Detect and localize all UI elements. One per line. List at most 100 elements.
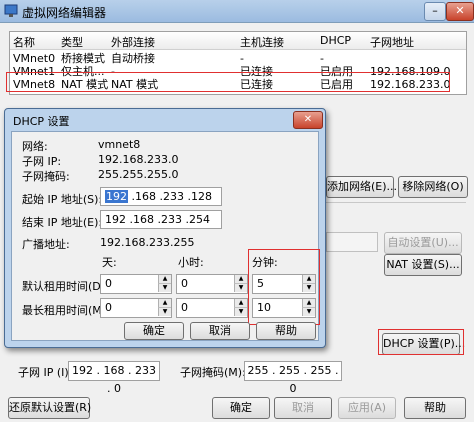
- column-header-name[interactable]: 名称: [13, 34, 35, 50]
- column-header-dhcp[interactable]: DHCP: [320, 34, 351, 47]
- table-row-selected[interactable]: VMnet8 NAT 模式 NAT 模式 已连接 已启用 192.168.233…: [10, 78, 466, 91]
- start-ip-label: 起始 IP 地址(S):: [22, 193, 103, 206]
- subnet-mask-label: 子网掩码:: [22, 170, 70, 183]
- cell-type: 桥接模式: [61, 52, 105, 65]
- hours-header: 小时:: [178, 256, 204, 269]
- network-editor-icon: [4, 4, 18, 17]
- ok-button[interactable]: 确定: [212, 397, 270, 419]
- bridge-target-select[interactable]: [326, 232, 378, 252]
- nat-settings-button[interactable]: NAT 设置(S)...: [384, 254, 462, 276]
- spinner-down-icon[interactable]: ▼: [302, 308, 315, 316]
- cell-host: -: [240, 52, 244, 65]
- broadcast-label: 广播地址:: [22, 238, 70, 251]
- divider: [326, 202, 466, 203]
- subnet-mask-value: 255.255.255.0: [98, 168, 179, 181]
- table-row[interactable]: VMnet0 桥接模式 自动桥接 - -: [10, 52, 466, 65]
- spinner-down-icon[interactable]: ▼: [234, 308, 247, 316]
- spinner-value: 10: [257, 301, 271, 314]
- column-header-type[interactable]: 类型: [61, 34, 83, 50]
- cancel-button[interactable]: 取消: [274, 397, 332, 419]
- cell-external: 自动桥接: [111, 52, 155, 65]
- start-ip-field[interactable]: 192 .168 .233 .128: [100, 187, 222, 206]
- dhcp-settings-button[interactable]: DHCP 设置(P)...: [382, 333, 465, 355]
- spinner-up-icon[interactable]: ▲: [234, 275, 247, 284]
- cell-dhcp: 已启用: [320, 65, 353, 78]
- spinner-up-icon[interactable]: ▲: [158, 275, 171, 284]
- end-ip-field[interactable]: 192 .168 .233 .254: [100, 210, 222, 229]
- max-lease-label: 最长租用时间(M):: [22, 304, 110, 317]
- dhcp-dialog-titlebar[interactable]: DHCP 设置 ✕: [5, 109, 325, 129]
- default-lease-label: 默认租用时间(D):: [22, 280, 109, 293]
- cell-host: 已连接: [240, 78, 273, 91]
- table-row[interactable]: VMnet1 仅主机... - 已连接 已启用 192.168.109.0: [10, 65, 466, 78]
- spinner-value: 0: [105, 301, 112, 314]
- max-lease-days-spinner[interactable]: 0 ▲ ▼: [100, 298, 172, 318]
- cell-dhcp: -: [320, 52, 324, 65]
- column-header-external[interactable]: 外部连接: [111, 34, 155, 50]
- subnet-ip-label: 子网 IP (I):: [18, 366, 73, 379]
- cell-type: NAT 模式: [61, 78, 109, 91]
- column-header-host[interactable]: 主机连接: [240, 34, 284, 50]
- dialog-title: DHCP 设置: [13, 115, 70, 128]
- spinner-down-icon[interactable]: ▼: [302, 284, 315, 292]
- subnet-mask-field[interactable]: 255 . 255 . 255 . 0: [244, 361, 342, 395]
- table-header: 名称 类型 外部连接 主机连接 DHCP 子网地址: [10, 32, 466, 50]
- remove-network-button[interactable]: 移除网络(O): [398, 176, 468, 198]
- broadcast-value: 192.168.233.255: [100, 236, 195, 249]
- subnet-ip-value: 192.168.233.0: [98, 153, 179, 166]
- window-title: 虚拟网络编辑器: [22, 6, 107, 20]
- subnet-ip-label: 子网 IP:: [22, 155, 62, 168]
- cell-name: VMnet1: [13, 65, 56, 78]
- auto-settings-button[interactable]: 自动设置(U)...: [384, 232, 462, 254]
- network-label: 网络:: [22, 140, 48, 153]
- end-ip-label: 结束 IP 地址(E):: [22, 216, 103, 229]
- spinner-down-icon[interactable]: ▼: [234, 284, 247, 292]
- spinner-value: 0: [181, 277, 188, 290]
- cell-dhcp: 已启用: [320, 78, 353, 91]
- spinner-value: 5: [257, 277, 264, 290]
- cell-subnet: 192.168.233.0: [370, 78, 451, 91]
- cell-subnet: 192.168.109.0: [370, 65, 451, 78]
- network-value: vmnet8: [98, 138, 141, 151]
- dialog-close-button[interactable]: ✕: [293, 111, 323, 129]
- subnet-mask-label: 子网掩码(M):: [180, 366, 246, 379]
- cell-name: VMnet0: [13, 52, 56, 65]
- spinner-up-icon[interactable]: ▲: [158, 299, 171, 308]
- cell-external: NAT 模式: [111, 78, 159, 91]
- spinner-up-icon[interactable]: ▲: [302, 299, 315, 308]
- cell-type: 仅主机...: [61, 65, 105, 78]
- cell-host: 已连接: [240, 65, 273, 78]
- default-lease-minutes-spinner[interactable]: 5 ▲ ▼: [252, 274, 316, 294]
- spinner-down-icon[interactable]: ▼: [158, 308, 171, 316]
- days-header: 天:: [102, 256, 117, 269]
- help-button[interactable]: 帮助: [404, 397, 466, 419]
- dhcp-dialog-body: 网络: vmnet8 子网 IP: 192.168.233.0 子网掩码: 25…: [11, 131, 320, 341]
- network-table: 名称 类型 外部连接 主机连接 DHCP 子网地址 VMnet0 桥接模式 自动…: [9, 31, 467, 95]
- spinner-value: 0: [105, 277, 112, 290]
- start-ip-selected-octet: 192: [105, 190, 128, 203]
- dialog-cancel-button[interactable]: 取消: [190, 322, 250, 340]
- close-button[interactable]: ✕: [446, 2, 474, 21]
- spinner-down-icon[interactable]: ▼: [158, 284, 171, 292]
- main-titlebar[interactable]: 虚拟网络编辑器 – ✕: [0, 0, 474, 23]
- subnet-ip-field[interactable]: 192 . 168 . 233 . 0: [68, 361, 160, 395]
- minimize-button[interactable]: –: [424, 2, 446, 21]
- spinner-up-icon[interactable]: ▲: [302, 275, 315, 284]
- cell-external: -: [111, 65, 115, 78]
- dhcp-settings-dialog: DHCP 设置 ✕ 网络: vmnet8 子网 IP: 192.168.233.…: [4, 108, 326, 348]
- minutes-header: 分钟:: [252, 256, 278, 269]
- max-lease-minutes-spinner[interactable]: 10 ▲ ▼: [252, 298, 316, 318]
- default-lease-days-spinner[interactable]: 0 ▲ ▼: [100, 274, 172, 294]
- spinner-value: 0: [181, 301, 188, 314]
- add-network-button[interactable]: 添加网络(E)...: [326, 176, 397, 198]
- dialog-ok-button[interactable]: 确定: [124, 322, 184, 340]
- restore-defaults-button[interactable]: 还原默认设置(R): [8, 397, 91, 419]
- column-header-subnet[interactable]: 子网地址: [370, 34, 414, 50]
- dialog-help-button[interactable]: 帮助: [256, 322, 316, 340]
- cell-name: VMnet8: [13, 78, 56, 91]
- apply-button[interactable]: 应用(A): [338, 397, 396, 419]
- start-ip-remaining: .168 .233 .128: [128, 190, 212, 203]
- default-lease-hours-spinner[interactable]: 0 ▲ ▼: [176, 274, 248, 294]
- max-lease-hours-spinner[interactable]: 0 ▲ ▼: [176, 298, 248, 318]
- spinner-up-icon[interactable]: ▲: [234, 299, 247, 308]
